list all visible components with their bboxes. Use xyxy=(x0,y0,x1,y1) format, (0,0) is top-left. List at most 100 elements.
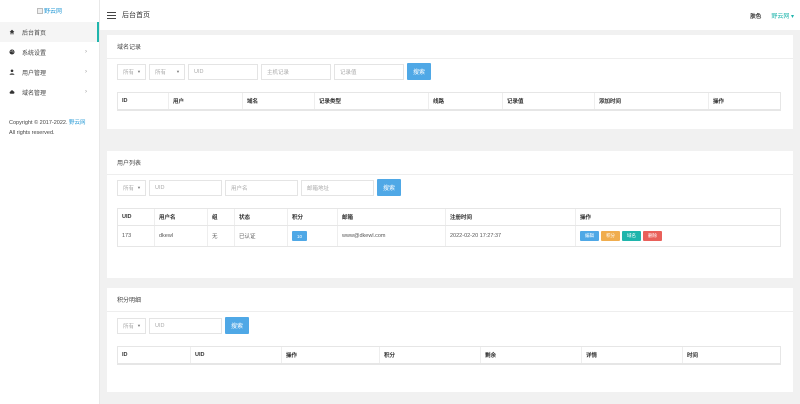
column-header: ID xyxy=(118,93,169,109)
column-header: 用户 xyxy=(169,93,243,109)
column-header: UID xyxy=(118,209,155,225)
column-header: 记录值 xyxy=(503,93,595,109)
copyright: Copyright © 2017-2022. 野云网 All rights re… xyxy=(0,102,99,138)
column-header: 积分 xyxy=(380,347,481,363)
domain-filter-row: 所有 ▼ 所有 ▼ UID 主机记录 记录值 搜索 xyxy=(117,63,431,80)
column-header: 时间 xyxy=(687,353,699,359)
search-button[interactable]: 搜索 xyxy=(407,63,431,80)
caret-down-icon: ▼ xyxy=(176,69,180,74)
column-header: ID xyxy=(118,347,191,363)
placeholder: 邮箱地址 xyxy=(307,185,330,192)
sidebar-item-user-management[interactable]: 用户管理 › xyxy=(0,62,99,82)
sidebar-item-label: 系统设置 xyxy=(22,50,47,57)
user-list-panel: 用户列表 所有 ▼ UID 用户名 邮箱地址 搜索 UID 用户名 组 状态 积分… xyxy=(107,151,793,278)
table-header: ID 用户 域名 记录类型 线路 记录值 添加时间 操作 xyxy=(118,93,780,110)
menu-toggle-icon[interactable] xyxy=(107,11,116,19)
column-header: 操作 xyxy=(713,99,725,105)
table-row: 173 dkewl 无 已认证 10 www@dkewl.com 2022-02… xyxy=(118,226,780,246)
select-value: 所有 xyxy=(123,69,135,76)
sidebar-item-domain-management[interactable]: 域名管理 › xyxy=(0,82,99,102)
placeholder: UID xyxy=(194,68,204,75)
domain-records-table: ID 用户 域名 记录类型 线路 记录值 添加时间 操作 xyxy=(117,92,781,111)
palette-icon xyxy=(9,49,15,55)
username-input[interactable]: 用户名 xyxy=(225,179,298,196)
cell-email: www@dkewl.com xyxy=(338,226,446,246)
search-button[interactable]: 搜索 xyxy=(225,317,249,334)
user-scope-select[interactable]: 所有 ▼ xyxy=(117,179,146,196)
select-value: 所有 xyxy=(123,323,135,330)
cell-group: 无 xyxy=(208,226,235,246)
delete-button[interactable]: 删除 xyxy=(643,231,662,241)
page-title: 后台首页 xyxy=(122,12,150,19)
column-header: 记录类型 xyxy=(315,93,429,109)
points-detail-panel: 积分明细 所有 ▼ UID 搜索 ID UID 操作 积分 剩余 详情 时间 xyxy=(107,288,793,392)
points-detail-table: ID UID 操作 积分 剩余 详情 时间 xyxy=(117,346,781,365)
topbar-actions: 肤色 野云网 ▾ xyxy=(750,11,794,21)
points-button[interactable]: 积分 xyxy=(601,231,620,241)
select-value: 所有 xyxy=(155,69,167,76)
cell-actions: 编辑 积分 域名 删除 xyxy=(576,226,780,246)
edit-button[interactable]: 编辑 xyxy=(580,231,599,241)
broken-image-icon xyxy=(36,7,43,14)
domain-type-select[interactable]: 所有 ▼ xyxy=(149,63,185,80)
cell-status: 已认证 xyxy=(235,226,288,246)
caret-down-icon: ▼ xyxy=(137,185,141,190)
record-value-input[interactable]: 记录值 xyxy=(334,63,404,80)
points-badge[interactable]: 10 xyxy=(292,231,308,241)
column-header: 注册时间 xyxy=(446,209,576,225)
home-icon xyxy=(9,29,15,35)
sidebar: 野云网 后台首页 系统设置 › 用户管理 › 域名管理 › Copyright … xyxy=(0,0,100,404)
select-value: 所有 xyxy=(123,185,135,192)
column-header: 线路 xyxy=(429,93,503,109)
column-header: 用户名 xyxy=(155,209,208,225)
column-header: 操作 xyxy=(282,347,380,363)
column-header: 添加时间 xyxy=(595,93,709,109)
search-button[interactable]: 搜索 xyxy=(377,179,401,196)
skin-toggle[interactable]: 肤色 xyxy=(750,12,761,20)
user-icon xyxy=(9,69,15,75)
sidebar-item-label: 用户管理 xyxy=(22,70,47,77)
table-header: UID 用户名 组 状态 积分 邮箱 注册时间 操作 xyxy=(118,209,780,226)
sidebar-item-label: 后台首页 xyxy=(22,30,47,37)
topbar: 后台首页 肤色 野云网 ▾ xyxy=(100,0,800,30)
host-record-input[interactable]: 主机记录 xyxy=(261,63,331,80)
uid-input[interactable]: UID xyxy=(149,317,222,334)
points-filter-row: 所有 ▼ UID 搜索 xyxy=(117,317,249,334)
user-filter-row: 所有 ▼ UID 用户名 邮箱地址 搜索 xyxy=(117,179,401,196)
chevron-right-icon: › xyxy=(85,89,87,95)
placeholder: UID xyxy=(155,322,165,329)
column-header: 邮箱 xyxy=(338,209,446,225)
user-list-table: UID 用户名 组 状态 积分 邮箱 注册时间 操作 173 dkewl 无 已… xyxy=(117,208,781,247)
placeholder: 记录值 xyxy=(340,69,357,76)
sidebar-item-dashboard[interactable]: 后台首页 xyxy=(0,22,99,42)
table-header: ID UID 操作 积分 剩余 详情 时间 xyxy=(118,347,780,364)
uid-input[interactable]: UID xyxy=(149,179,222,196)
caret-down-icon: ▼ xyxy=(137,69,141,74)
domains-button[interactable]: 域名 xyxy=(622,231,641,241)
copyright-link[interactable]: 野云网 xyxy=(69,120,86,126)
cell-username: dkewl xyxy=(155,226,208,246)
chevron-right-icon: › xyxy=(85,49,87,55)
panel-title: 用户列表 xyxy=(107,151,793,175)
points-scope-select[interactable]: 所有 ▼ xyxy=(117,317,146,334)
column-header: 域名 xyxy=(243,93,315,109)
domain-records-panel: 域名记录 所有 ▼ 所有 ▼ UID 主机记录 记录值 搜索 ID 用户 域名 记录… xyxy=(107,35,793,129)
logo-image[interactable]: 野云网 xyxy=(36,6,62,15)
user-menu[interactable]: 野云网 ▾ xyxy=(771,11,794,20)
copyright-text: Copyright © 2017-2022. xyxy=(9,120,68,126)
sidebar-item-system-settings[interactable]: 系统设置 › xyxy=(0,42,99,62)
logo[interactable]: 野云网 xyxy=(0,0,99,22)
email-input[interactable]: 邮箱地址 xyxy=(301,179,374,196)
rights-text: All rights reserved. xyxy=(9,130,55,136)
column-header: 操作 xyxy=(580,215,592,221)
column-header: 详情 xyxy=(582,347,683,363)
column-header: UID xyxy=(191,347,282,363)
panel-title: 积分明细 xyxy=(107,288,793,312)
placeholder: UID xyxy=(155,184,165,191)
domain-scope-select[interactable]: 所有 ▼ xyxy=(117,63,146,80)
column-header: 组 xyxy=(208,209,235,225)
logo-alt-text: 野云网 xyxy=(43,9,62,15)
uid-input[interactable]: UID xyxy=(188,63,258,80)
panel-title: 域名记录 xyxy=(107,35,793,59)
chevron-right-icon: › xyxy=(85,69,87,75)
